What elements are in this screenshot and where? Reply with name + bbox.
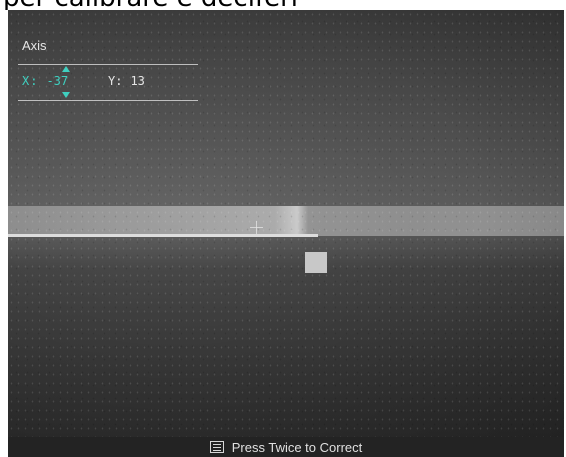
correction-hint: Press Twice to Correct bbox=[231, 439, 363, 455]
menu-list-icon bbox=[209, 441, 224, 453]
page-caption: per calibrare e deciferi bbox=[0, 0, 566, 10]
axis-panel: Axis X: -37 Y: 13 bbox=[18, 36, 198, 102]
calibration-target[interactable] bbox=[305, 252, 327, 273]
x-increment-arrow-icon[interactable] bbox=[62, 66, 70, 72]
axis-panel-title: Axis bbox=[22, 38, 47, 53]
strip-edge-line bbox=[8, 234, 318, 237]
y-label: Y: bbox=[108, 74, 123, 88]
y-coordinate-field[interactable]: Y: 13 bbox=[108, 74, 145, 88]
bright-horizon-strip bbox=[8, 206, 564, 236]
x-coordinate-field[interactable]: X: -37 bbox=[22, 74, 68, 88]
axis-panel-divider-top bbox=[18, 64, 198, 65]
x-value: -37 bbox=[46, 74, 69, 88]
crosshair-icon bbox=[249, 220, 264, 235]
thermal-view: Axis X: -37 Y: 13 Press Twice to Correct bbox=[8, 10, 564, 457]
axis-panel-divider-bottom bbox=[18, 100, 198, 101]
status-bar: Press Twice to Correct bbox=[8, 437, 564, 457]
x-label: X: bbox=[22, 74, 39, 88]
x-decrement-arrow-icon[interactable] bbox=[62, 92, 70, 98]
y-value: 13 bbox=[130, 74, 145, 88]
